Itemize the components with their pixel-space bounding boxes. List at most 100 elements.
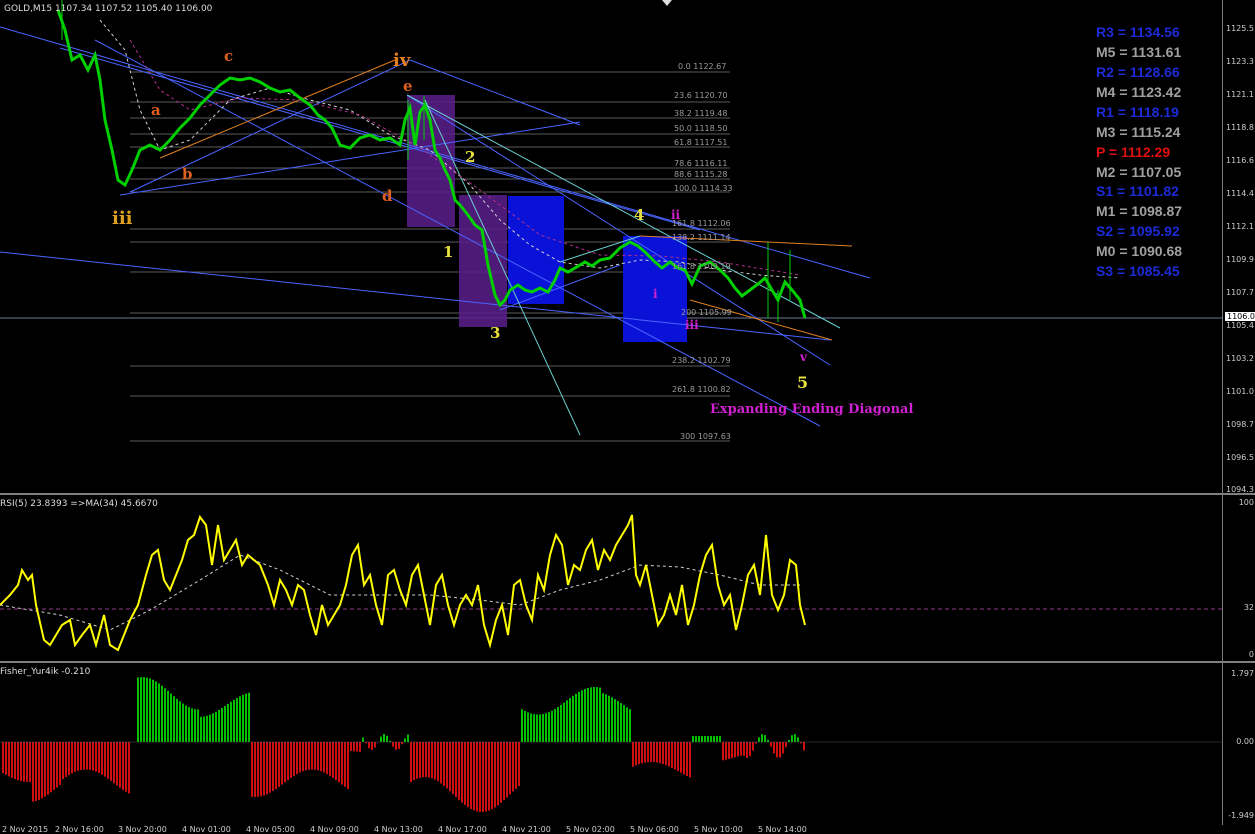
- fisher-bar: [521, 709, 523, 742]
- fisher-bar: [113, 742, 115, 783]
- fisher-bar: [503, 742, 505, 800]
- fisher-bar: [431, 742, 433, 778]
- fisher-bar: [8, 742, 10, 776]
- fisher-bar: [782, 742, 784, 754]
- fisher-bar: [671, 742, 673, 768]
- fisher-bar: [47, 742, 49, 795]
- fisher-bar: [41, 742, 43, 798]
- collapse-icon[interactable]: [662, 0, 672, 6]
- rsi-tick: 32: [1244, 603, 1254, 612]
- pivot-m5: M5 = 1131.61: [1096, 44, 1181, 60]
- fisher-bar: [380, 737, 382, 742]
- current-price-marker: 1106.0: [1225, 312, 1255, 321]
- fisher-bar: [785, 742, 787, 747]
- fib-label: 261.8 1100.82: [672, 385, 731, 394]
- price-tick: 1098.7: [1226, 420, 1254, 429]
- fib-label: 61.8 1117.51: [674, 138, 727, 147]
- fisher-bar: [275, 742, 277, 789]
- fisher-bar: [428, 742, 430, 777]
- fisher-bar: [53, 742, 55, 790]
- rsi-axis[interactable]: 100 32 0: [1222, 495, 1255, 661]
- fisher-bar: [392, 742, 394, 747]
- fisher-bar: [35, 742, 37, 801]
- fisher-header: Fisher_Yur4ik -0.210: [0, 667, 90, 677]
- fisher-bar: [551, 711, 553, 742]
- fisher-bar: [533, 714, 535, 742]
- fisher-bar: [560, 705, 562, 742]
- fisher-bar: [794, 734, 796, 742]
- fisher-bar: [353, 742, 355, 751]
- fisher-bar: [386, 736, 388, 742]
- pivot-m2: M2 = 1107.05: [1096, 164, 1181, 180]
- fisher-bar: [314, 742, 316, 770]
- price-chart-pane[interactable]: GOLD,M15 1107.34 1107.52 1105.40 1106.00…: [0, 0, 1222, 493]
- fisher-bar: [176, 699, 178, 742]
- fib-label: 23.6 1120.70: [674, 91, 727, 100]
- fisher-bar: [293, 742, 295, 776]
- fib-label: 238.2 1102.79: [672, 356, 731, 365]
- fisher-bar: [776, 742, 778, 757]
- fisher-bar: [77, 742, 79, 771]
- fisher-bar: [65, 742, 67, 777]
- fisher-tick: -1.949: [1228, 811, 1254, 820]
- fisher-bar: [203, 717, 205, 742]
- fisher-bar: [491, 742, 493, 809]
- fib-label: 0.0 1122.67: [678, 62, 726, 71]
- fisher-bar: [119, 742, 121, 788]
- fisher-bar: [569, 698, 571, 742]
- wave-label-iv: iv: [393, 50, 410, 71]
- fisher-bar: [149, 678, 151, 742]
- price-tick: 1107.7: [1226, 288, 1254, 297]
- pivot-p: P = 1112.29: [1096, 144, 1170, 160]
- fisher-bar: [224, 706, 226, 742]
- fisher-bar: [590, 687, 592, 742]
- fisher-bar: [575, 694, 577, 742]
- fisher-bar: [191, 708, 193, 742]
- fisher-bar: [344, 742, 346, 787]
- fisher-bar: [263, 742, 265, 795]
- fisher-bar: [749, 742, 751, 756]
- fisher-bar: [128, 742, 130, 793]
- fisher-bar: [323, 742, 325, 772]
- fisher-bar: [608, 696, 610, 742]
- fisher-bar: [644, 742, 646, 763]
- time-axis[interactable]: 2 Nov 2015 2 Nov 16:00 3 Nov 20:00 4 Nov…: [0, 825, 1255, 833]
- fisher-bar: [413, 742, 415, 780]
- fisher-bar: [404, 738, 406, 742]
- fisher-bar: [440, 742, 442, 783]
- fisher-bar: [563, 703, 565, 742]
- fisher-bar: [593, 687, 595, 742]
- fisher-bar: [689, 742, 691, 777]
- fisher-bar: [566, 700, 568, 742]
- fisher-bar: [158, 683, 160, 742]
- fisher-pane[interactable]: Fisher_Yur4ik -0.210: [0, 663, 1222, 825]
- fisher-bar: [74, 742, 76, 772]
- fisher-tick: 1.797: [1231, 669, 1254, 678]
- rsi-pane[interactable]: RSI(5) 23.8393 =>MA(34) 45.6670: [0, 495, 1222, 661]
- fisher-bar: [506, 742, 508, 797]
- rsi-tick: 100: [1239, 498, 1254, 507]
- fisher-bar: [743, 742, 745, 756]
- fisher-axis[interactable]: 1.797 0.00 -1.949: [1222, 663, 1255, 825]
- fisher-bar: [677, 742, 679, 771]
- fisher-bar: [239, 696, 241, 742]
- fisher-bar: [152, 680, 154, 742]
- fisher-bar: [185, 705, 187, 742]
- fisher-bar: [509, 742, 511, 794]
- fisher-bar: [320, 742, 322, 771]
- fisher-bar: [401, 742, 403, 744]
- price-tick: 1125.5: [1226, 24, 1254, 33]
- fib-label: 78.6 1116.11: [674, 159, 727, 168]
- fisher-bar: [791, 735, 793, 742]
- fisher-bar: [23, 742, 25, 782]
- fisher-bar: [737, 742, 739, 756]
- wave-box-purple: [407, 95, 455, 227]
- fisher-bar: [335, 742, 337, 780]
- fisher-bar: [623, 705, 625, 742]
- fib-label: 88.6 1115.28: [674, 170, 727, 179]
- fisher-bar: [26, 742, 28, 782]
- fisher-bar: [80, 742, 82, 770]
- fisher-bar: [416, 742, 418, 779]
- price-axis[interactable]: 1125.5 1123.3 1121.1 1118.8 1116.6 1114.…: [1222, 0, 1255, 493]
- fisher-bar: [347, 742, 349, 789]
